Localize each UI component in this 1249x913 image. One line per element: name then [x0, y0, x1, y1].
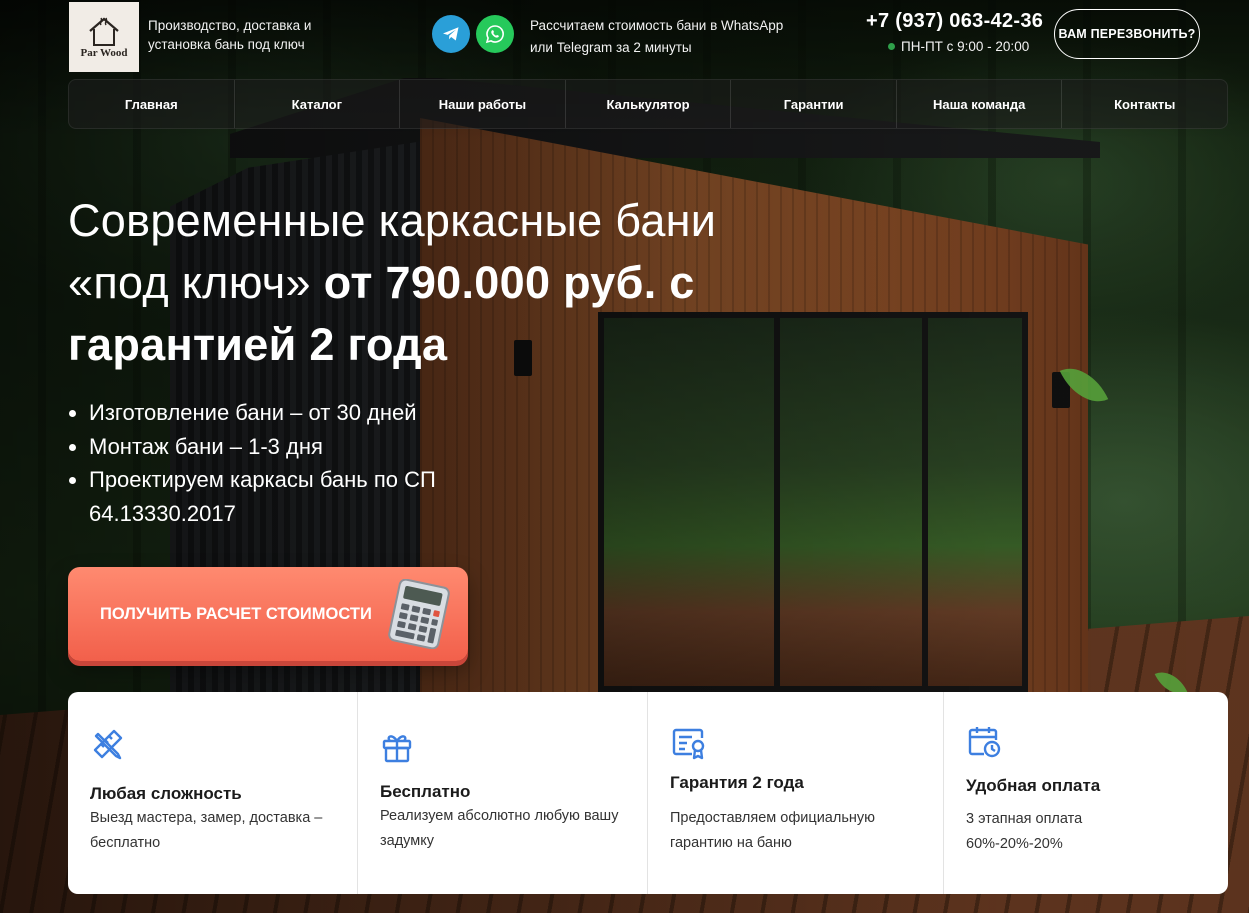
feature-title: Любая сложность — [90, 784, 242, 803]
telegram-icon — [443, 27, 459, 41]
feature-title: Бесплатно — [380, 782, 471, 801]
whatsapp-button[interactable] — [476, 15, 514, 53]
messenger-calc-note: Рассчитаем стоимость бани в WhatsApp или… — [530, 18, 784, 55]
working-hours: ПН-ПТ с 9:00 - 20:00 — [888, 39, 1029, 54]
nav-item-our-works[interactable]: Наши работы — [400, 80, 566, 128]
nav-item-catalog[interactable]: Каталог — [235, 80, 401, 128]
whatsapp-icon — [485, 25, 504, 44]
get-estimate-button[interactable]: ПОЛУЧИТЬ РАСЧЕТ СТОИМОСТИ — [68, 567, 468, 661]
features-panel: Любая сложность Выезд мастера, замер, до… — [68, 692, 1228, 894]
feature-card: Бесплатно Реализуем абсолютно любую вашу… — [358, 692, 648, 894]
telegram-button[interactable] — [432, 15, 470, 53]
calendar-clock-icon — [968, 727, 1001, 758]
feature-card: Удобная оплата 3 этапная оплата 60%-20%-… — [944, 692, 1228, 894]
feature-text: Предоставляем официальную гарантию на ба… — [670, 810, 876, 851]
logo[interactable]: Par Wood — [69, 2, 139, 72]
list-item: Монтаж бани – 1-3 дня — [68, 430, 508, 464]
nav-item-home[interactable]: Главная — [69, 80, 235, 128]
online-dot — [888, 43, 895, 50]
feature-card: Гарантия 2 года Предоставляем официальну… — [648, 692, 944, 894]
hero-bullets: Изготовление бани – от 30 дней Монтаж ба… — [68, 396, 508, 530]
working-hours-text: ПН-ПТ с 9:00 - 20:00 — [901, 39, 1030, 54]
feature-text: Реализуем абсолютно любую вашу задумку — [380, 808, 619, 849]
house-logo-icon — [89, 17, 119, 46]
feature-title: Удобная оплата — [966, 776, 1101, 795]
header: Par Wood Производство, доставка и устано… — [68, 2, 1228, 74]
hero-title: Современные каркасные бани «под ключ» от… — [68, 190, 828, 376]
feature-title: Гарантия 2 года — [670, 773, 804, 792]
calculator-icon — [388, 579, 450, 649]
nav-item-contacts[interactable]: Контакты — [1062, 80, 1227, 128]
get-estimate-label: ПОЛУЧИТЬ РАСЧЕТ СТОИМОСТИ — [100, 604, 372, 623]
nav-item-guarantees[interactable]: Гарантии — [731, 80, 897, 128]
messenger-buttons — [432, 15, 514, 53]
feature-text: Выезд мастера, замер, доставка – бесплат… — [90, 810, 323, 851]
feature-card: Любая сложность Выезд мастера, замер, до… — [68, 692, 358, 894]
list-item: Проектируем каркасы бань по СП 64.13330.… — [68, 463, 508, 530]
main-nav: Главная Каталог Наши работы Калькулятор … — [68, 79, 1228, 129]
header-tagline: Производство, доставка и установка бань … — [148, 18, 312, 52]
list-item: Изготовление бани – от 30 дней — [68, 396, 508, 430]
callback-button[interactable]: ВАМ ПЕРЕЗВОНИТЬ? — [1054, 9, 1200, 59]
nav-item-team[interactable]: Наша команда — [897, 80, 1063, 128]
gift-icon — [382, 735, 412, 763]
certificate-icon — [672, 728, 705, 760]
pencil-ruler-icon — [93, 729, 123, 760]
phone-number[interactable]: +7 (937) 063-42-36 — [866, 10, 1043, 33]
nav-item-calculator[interactable]: Калькулятор — [566, 80, 732, 128]
feature-text: 3 этапная оплата 60%-20%-20% — [966, 811, 1083, 852]
logo-text: Par Wood — [80, 47, 128, 59]
